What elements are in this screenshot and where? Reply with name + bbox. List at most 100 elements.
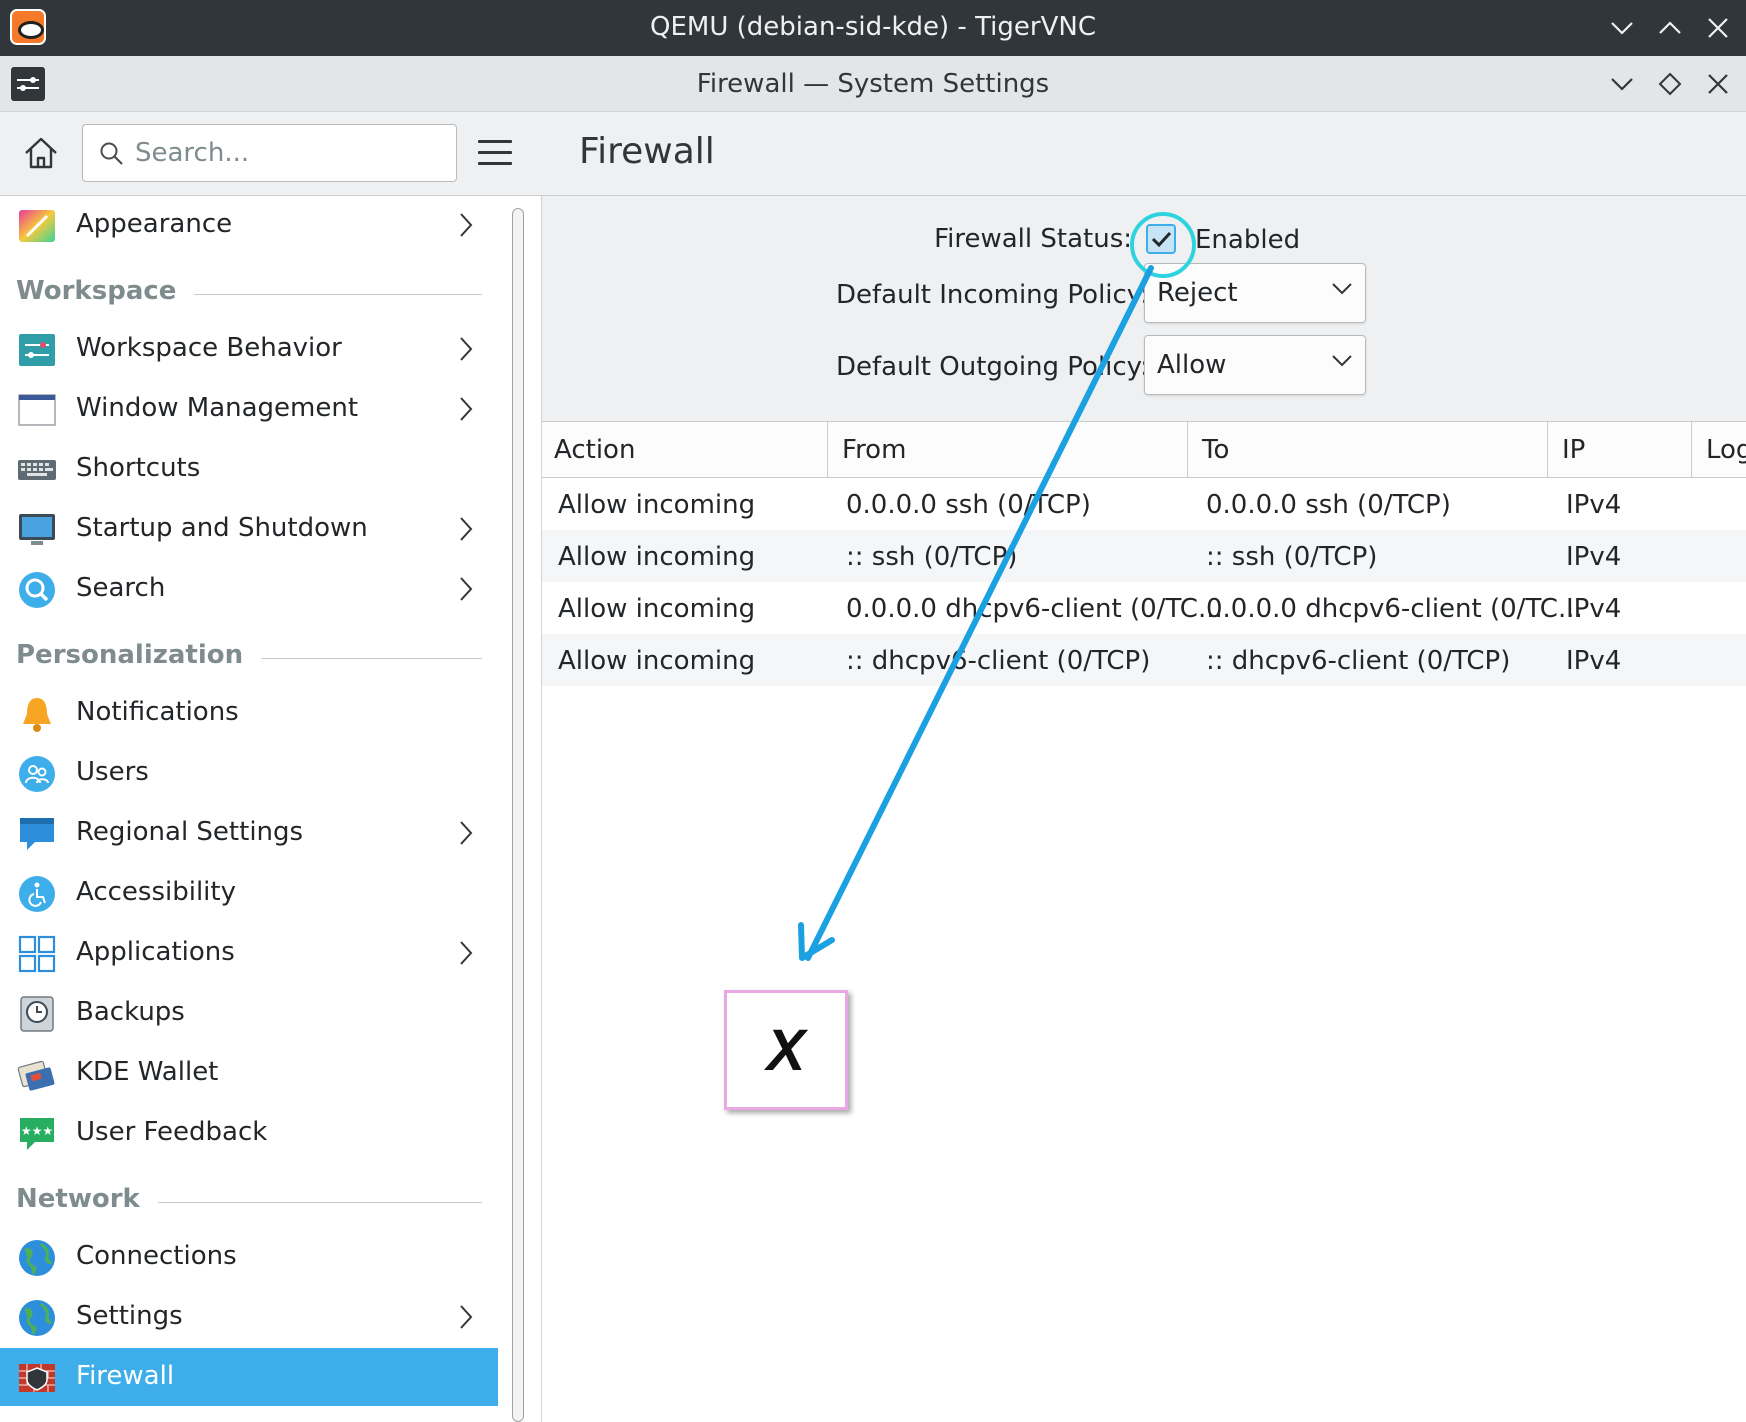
sidebar-item-search[interactable]: Search xyxy=(0,560,498,618)
checkmark-icon xyxy=(1151,231,1172,248)
sidebar-item-label: Applications xyxy=(76,937,235,967)
cell-to: :: ssh (0/TCP) xyxy=(1206,542,1378,572)
window-management-icon xyxy=(17,390,57,430)
sidebar-item-accessibility[interactable]: Accessibility xyxy=(0,864,498,922)
search-field[interactable] xyxy=(82,124,457,182)
sidebar: Appearance Workspace Workspace Behavior Win… xyxy=(0,112,542,1422)
page-header: Firewall xyxy=(542,112,1746,196)
sidebar-item-label: Connections xyxy=(76,1241,237,1271)
wallet-icon xyxy=(17,1054,57,1094)
outgoing-policy-label: Default Outgoing Policy: xyxy=(836,352,1149,382)
sidebar-item-regional-settings[interactable]: Regional Settings xyxy=(0,804,498,862)
sidebar-item-label: Accessibility xyxy=(76,877,236,907)
table-row[interactable]: Allow incoming:: ssh (0/TCP):: ssh (0/TC… xyxy=(542,530,1746,582)
cell-action: Allow incoming xyxy=(558,594,756,624)
speech-bubble-icon xyxy=(17,814,57,854)
sidebar-item-startup-and-shutdown[interactable]: Startup and Shutdown xyxy=(0,500,498,558)
cell-from: 0.0.0.0 dhcpv6-client (0/TC... xyxy=(846,594,1223,624)
sidebar-item-shortcuts[interactable]: Shortcuts xyxy=(0,440,498,498)
search-input[interactable] xyxy=(135,135,445,171)
search-icon xyxy=(17,570,57,610)
sidebar-item-connections[interactable]: Connections xyxy=(0,1228,498,1286)
sidebar-item-label: Regional Settings xyxy=(76,817,304,847)
keyboard-icon xyxy=(17,450,57,490)
firewall-settings-form: Firewall Status: Enabled Default Incomin… xyxy=(542,196,1746,422)
search-icon xyxy=(100,142,123,165)
vnc-titlebar: QEMU (debian-sid-kde) - TigerVNC xyxy=(0,0,1746,56)
section-label: Workspace xyxy=(16,276,195,306)
sidebar-item-workspace-behavior[interactable]: Workspace Behavior xyxy=(0,320,498,378)
accessibility-icon xyxy=(17,874,57,914)
diamond-icon xyxy=(1658,72,1682,96)
table-row[interactable]: Allow incoming 0.0.0.0 dhcpv6-client (0/T… xyxy=(542,582,1746,634)
chevron-down-icon xyxy=(1332,355,1352,367)
chevron-right-icon xyxy=(460,337,473,361)
home-button[interactable] xyxy=(22,134,62,174)
home-icon xyxy=(25,137,57,169)
cell-ip: IPv4 xyxy=(1566,490,1622,520)
sidebar-item-label: Settings xyxy=(76,1301,183,1331)
chevron-right-icon xyxy=(460,213,473,237)
chevron-right-icon xyxy=(460,517,473,541)
incoming-policy-label: Default Incoming Policy: xyxy=(836,280,1150,310)
sidebar-item-label: Backups xyxy=(76,997,185,1027)
column-header-ip[interactable]: IP xyxy=(1562,435,1585,465)
workspace-behavior-icon xyxy=(17,330,57,370)
feedback-icon: ★★★ xyxy=(17,1114,57,1154)
column-header-to[interactable]: To xyxy=(1202,435,1229,465)
sidebar-item-settings[interactable]: Settings xyxy=(0,1288,498,1346)
target-mark: X xyxy=(766,1017,806,1083)
close-icon xyxy=(1708,74,1728,94)
sidebar-item-users[interactable]: Users xyxy=(0,744,498,802)
outgoing-policy-select[interactable]: Allow xyxy=(1144,335,1366,395)
incoming-policy-select[interactable]: Reject xyxy=(1144,263,1366,323)
bell-icon xyxy=(17,694,57,734)
sidebar-item-label: Window Management xyxy=(76,393,359,423)
hamburger-menu-button[interactable] xyxy=(478,140,514,170)
sidebar-item-notifications[interactable]: Notifications xyxy=(0,684,498,742)
column-header-from[interactable]: From xyxy=(842,435,906,465)
sidebar-item-label: Shortcuts xyxy=(76,453,201,483)
svg-text:★★★: ★★★ xyxy=(21,1124,53,1138)
table-row[interactable]: Allow incoming 0.0.0.0 ssh (0/TCP) 0.0.0.0… xyxy=(542,478,1746,530)
sidebar-item-firewall[interactable]: Firewall xyxy=(0,1348,498,1406)
column-header-log[interactable]: Log xyxy=(1706,435,1746,465)
kde-close-button[interactable] xyxy=(1702,68,1734,100)
sidebar-item-backups[interactable]: Backups xyxy=(0,984,498,1042)
column-header-action[interactable]: Action xyxy=(554,435,635,465)
kde-maximize-button[interactable] xyxy=(1654,68,1686,100)
table-row[interactable]: Allow incoming:: dhcpv6-client (0/TCP)::… xyxy=(542,634,1746,686)
vnc-close-button[interactable] xyxy=(1702,12,1734,44)
chevron-right-icon xyxy=(460,577,473,601)
cell-ip: IPv4 xyxy=(1566,542,1622,572)
vnc-window-title: QEMU (debian-sid-kde) - TigerVNC xyxy=(650,12,1096,42)
vnc-minimize-button[interactable] xyxy=(1606,12,1638,44)
chevron-right-icon xyxy=(460,821,473,845)
kde-titlebar: Firewall — System Settings xyxy=(0,56,1746,112)
incoming-policy-value: Reject xyxy=(1157,278,1238,308)
kde-minimize-button[interactable] xyxy=(1606,68,1638,100)
users-icon xyxy=(17,754,57,794)
sidebar-item-kde-wallet[interactable]: KDE Wallet xyxy=(0,1044,498,1102)
sidebar-scrollbar[interactable] xyxy=(512,208,524,1422)
outgoing-policy-value: Allow xyxy=(1157,350,1227,380)
firewall-icon xyxy=(17,1358,57,1398)
cell-to: :: dhcpv6-client (0/TCP) xyxy=(1206,646,1511,676)
sidebar-item-label: Search xyxy=(76,573,166,603)
cell-ip: IPv4 xyxy=(1566,646,1622,676)
sidebar-item-user-feedback[interactable]: ★★★ User Feedback xyxy=(0,1104,498,1162)
sidebar-item-label: KDE Wallet xyxy=(76,1057,219,1087)
sidebar-item-applications[interactable]: Applications xyxy=(0,924,498,982)
chevron-down-icon xyxy=(1611,78,1633,91)
sidebar-toolbar xyxy=(0,112,542,196)
globe-icon xyxy=(17,1238,57,1278)
sidebar-item-label: Notifications xyxy=(76,697,239,727)
firewall-status-checkbox[interactable] xyxy=(1146,224,1176,254)
sidebar-item-label: Users xyxy=(76,757,149,787)
sidebar-item-appearance[interactable]: Appearance xyxy=(0,196,498,254)
monitor-icon xyxy=(17,510,57,550)
sidebar-item-window-management[interactable]: Window Management xyxy=(0,380,498,438)
main-panel: Firewall Firewall Status: Enabled Defaul… xyxy=(542,112,1746,1422)
page-title: Firewall xyxy=(579,131,715,172)
vnc-maximize-button[interactable] xyxy=(1654,12,1686,44)
